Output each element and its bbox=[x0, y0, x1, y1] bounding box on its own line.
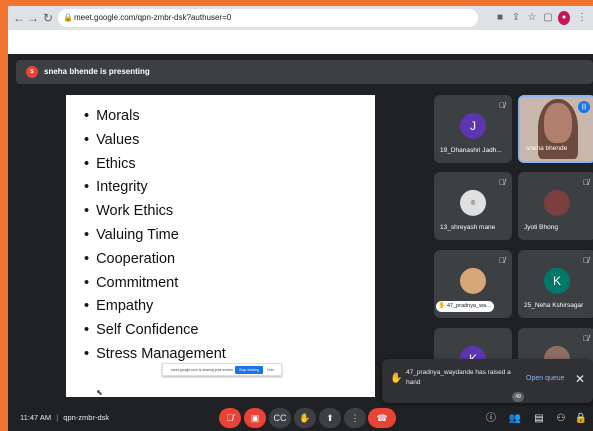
slide-bullet: Ethics bbox=[84, 153, 226, 177]
presenter-banner: s sneha bhende is presenting bbox=[16, 60, 593, 84]
hide-button[interactable]: Hide bbox=[267, 364, 274, 376]
participant-name: 25_Neha Kshirsagar bbox=[524, 302, 584, 309]
presenter-text: sneha bhende is presenting bbox=[44, 67, 150, 76]
slide-bullet: Integrity bbox=[84, 176, 226, 200]
slide-bullet: Valuing Time bbox=[84, 224, 226, 248]
video-face bbox=[544, 103, 572, 143]
participant-name: sneha bhende bbox=[526, 145, 568, 152]
participant-tile[interactable]: 🎙̸ J 19_Dhanashri Jadh... bbox=[434, 95, 512, 163]
back-icon[interactable]: ← bbox=[12, 10, 26, 26]
slide-bullet: Cooperation bbox=[84, 248, 226, 272]
raised-hand-toast: ✋ 47_pradnya_waydande has raised a hand … bbox=[382, 359, 593, 403]
people-icon[interactable]: 👥 bbox=[508, 412, 522, 426]
slide-bullet: Empathy bbox=[84, 295, 226, 319]
participant-tile[interactable]: 🎙̸ ◎ 13_shreyash mane bbox=[434, 172, 512, 240]
slide-bullet: Self Confidence bbox=[84, 319, 226, 343]
slide-bullet-list: Morals Values Ethics Integrity Work Ethi… bbox=[84, 105, 226, 367]
page-header-area bbox=[8, 30, 593, 54]
shared-screen: Morals Values Ethics Integrity Work Ethi… bbox=[66, 95, 375, 397]
slide-bullet: Morals bbox=[84, 105, 226, 129]
screen-share-notice: meet.google.com is sharing your screen. … bbox=[162, 363, 282, 376]
participant-name: 13_shreyash mane bbox=[440, 224, 496, 231]
avatar: ◎ bbox=[460, 189, 486, 216]
slide-bullet: Work Ethics bbox=[84, 200, 226, 224]
hand-icon: ✋ bbox=[390, 373, 403, 384]
host-controls-icon[interactable]: 🔒 bbox=[574, 412, 588, 426]
raised-hand-badge: ✋ 47_pradnya_wa... bbox=[436, 301, 494, 312]
participant-count-badge: 49 bbox=[512, 392, 524, 402]
close-icon[interactable]: ✕ bbox=[575, 372, 585, 386]
activities-icon[interactable]: ⚇ bbox=[554, 412, 568, 426]
end-call-icon[interactable]: ☎ bbox=[368, 408, 396, 428]
camera-off-icon[interactable]: ▣ bbox=[244, 408, 266, 428]
separator: | bbox=[56, 413, 59, 422]
captions-icon[interactable]: CC bbox=[269, 408, 291, 428]
open-queue-button[interactable]: Open queue bbox=[526, 375, 565, 382]
url-text: meet.google.com/qpn-zmbr-dsk?authuser=0 bbox=[74, 13, 232, 22]
toast-message: 47_pradnya_waydande has raised a hand bbox=[406, 369, 511, 386]
mic-muted-icon: 🎙̸ bbox=[499, 178, 505, 187]
share-notice-text: meet.google.com is sharing your screen. bbox=[171, 368, 235, 372]
hand-icon: ✋ bbox=[438, 303, 446, 309]
lock-icon[interactable]: 🔒 bbox=[63, 9, 73, 27]
menu-icon[interactable]: ⋮ bbox=[576, 11, 588, 25]
profile-icon[interactable]: ● bbox=[558, 11, 570, 25]
mic-muted-icon: 🎙̸ bbox=[583, 178, 589, 187]
outer-border bbox=[0, 0, 8, 431]
mic-off-icon[interactable]: 🎙̸ bbox=[219, 408, 241, 428]
meeting-info: 11:47 AM | qpn-zmbr-dsk bbox=[20, 413, 109, 422]
sidebar-icon[interactable]: ▢ bbox=[542, 11, 554, 25]
participant-tile[interactable]: 🎙̸ K 25_Neha Kshirsagar bbox=[518, 250, 593, 318]
mic-muted-icon: 🎙̸ bbox=[583, 256, 589, 265]
slide-bullet: Values bbox=[84, 129, 226, 153]
participant-name: 47_pradnya_wa... bbox=[447, 303, 491, 309]
participant-tile[interactable]: ||| sneha bhende bbox=[518, 95, 593, 163]
slide-bullet: Commitment bbox=[84, 272, 226, 296]
avatar: K bbox=[544, 267, 570, 294]
avatar: J bbox=[460, 112, 486, 139]
forward-icon[interactable]: → bbox=[26, 10, 40, 26]
participant-tile[interactable]: 🎙̸ Jyoti Bhong bbox=[518, 172, 593, 240]
browser-toolbar: ← → ↻ 🔒 meet.google.com/qpn-zmbr-dsk?aut… bbox=[8, 6, 593, 30]
present-icon[interactable]: ⬆ bbox=[319, 408, 341, 428]
stop-sharing-button[interactable]: Stop sharing bbox=[235, 366, 263, 374]
share-icon[interactable]: ⇪ bbox=[510, 11, 522, 25]
browser-window: ← → ↻ 🔒 meet.google.com/qpn-zmbr-dsk?aut… bbox=[8, 6, 593, 431]
participant-tile[interactable]: 🎙̸ ✋ 47_pradnya_wa... bbox=[434, 250, 512, 318]
star-icon[interactable]: ☆ bbox=[526, 11, 538, 25]
mic-muted-icon: 🎙̸ bbox=[499, 256, 505, 265]
mouse-cursor-icon: ⬉ bbox=[96, 388, 103, 397]
address-bar[interactable]: 🔒 meet.google.com/qpn-zmbr-dsk?authuser=… bbox=[58, 9, 478, 27]
meeting-control-bar: 11:47 AM | qpn-zmbr-dsk 🎙̸ ▣ CC ✋ ⬆ ⋮ ☎ … bbox=[8, 406, 593, 431]
presenter-avatar: s bbox=[26, 66, 38, 78]
reload-icon[interactable]: ↻ bbox=[41, 10, 55, 26]
info-icon[interactable]: ⓘ bbox=[484, 412, 498, 426]
speaking-indicator-icon: ||| bbox=[578, 101, 590, 113]
mic-muted-icon: 🎙̸ bbox=[583, 334, 589, 343]
meeting-time: 11:47 AM bbox=[20, 413, 52, 422]
meeting-code: qpn-zmbr-dsk bbox=[63, 413, 110, 422]
mic-muted-icon: 🎙̸ bbox=[499, 101, 505, 110]
more-options-icon[interactable]: ⋮ bbox=[344, 408, 366, 428]
avatar bbox=[544, 189, 570, 216]
chat-icon[interactable]: ▤ bbox=[532, 412, 546, 426]
raise-hand-icon[interactable]: ✋ bbox=[294, 408, 316, 428]
participant-name: Jyoti Bhong bbox=[524, 224, 558, 231]
camera-icon[interactable]: ■ bbox=[494, 11, 506, 25]
avatar bbox=[460, 267, 486, 294]
participant-name: 19_Dhanashri Jadh... bbox=[440, 147, 502, 154]
